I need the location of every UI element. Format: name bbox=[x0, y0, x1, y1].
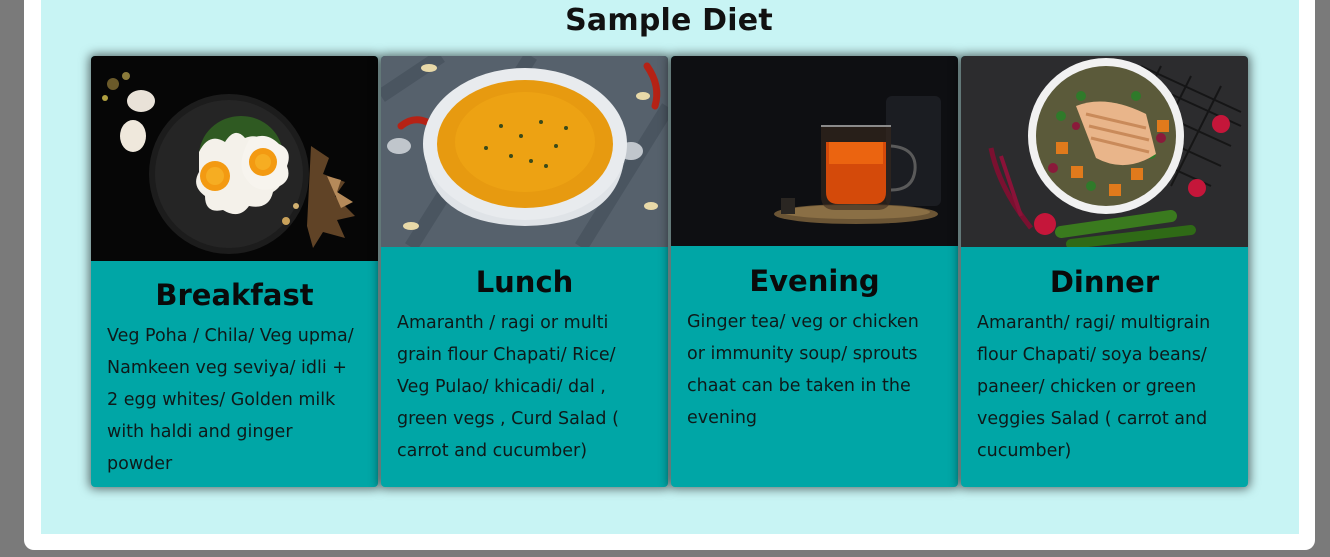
fried-eggs-plate-image bbox=[91, 56, 378, 261]
card-title-lunch: Lunch bbox=[475, 265, 574, 299]
soup-bowl-image bbox=[381, 56, 668, 247]
card-dinner: Dinner Amaranth/ ragi/ multigrain flour … bbox=[961, 56, 1248, 487]
card-evening: Evening Ginger tea/ veg or chicken or im… bbox=[671, 56, 958, 487]
card-description-lunch: Amaranth / ragi or multi grain flour Cha… bbox=[397, 313, 619, 461]
card-description-dinner: Amaranth/ ragi/ multigrain flour Chapati… bbox=[977, 313, 1211, 461]
card-title-dinner: Dinner bbox=[1049, 265, 1160, 299]
salad-bowl-image bbox=[961, 56, 1248, 247]
card-lunch: Lunch Amaranth / ragi or multi grain flo… bbox=[381, 56, 668, 487]
tea-cup-image bbox=[671, 56, 958, 246]
card-title-breakfast: Breakfast bbox=[155, 278, 314, 312]
diet-cards: Breakfast Veg Poha / Chila/ Veg upma/ Na… bbox=[91, 56, 1248, 488]
page-title: Sample Diet bbox=[565, 3, 773, 38]
card-title-evening: Evening bbox=[749, 264, 880, 298]
card-breakfast: Breakfast Veg Poha / Chila/ Veg upma/ Na… bbox=[91, 56, 378, 487]
card-description-evening: Ginger tea/ veg or chicken or immunity s… bbox=[687, 312, 919, 428]
card-description-breakfast: Veg Poha / Chila/ Veg upma/ Namkeen veg … bbox=[107, 326, 354, 474]
